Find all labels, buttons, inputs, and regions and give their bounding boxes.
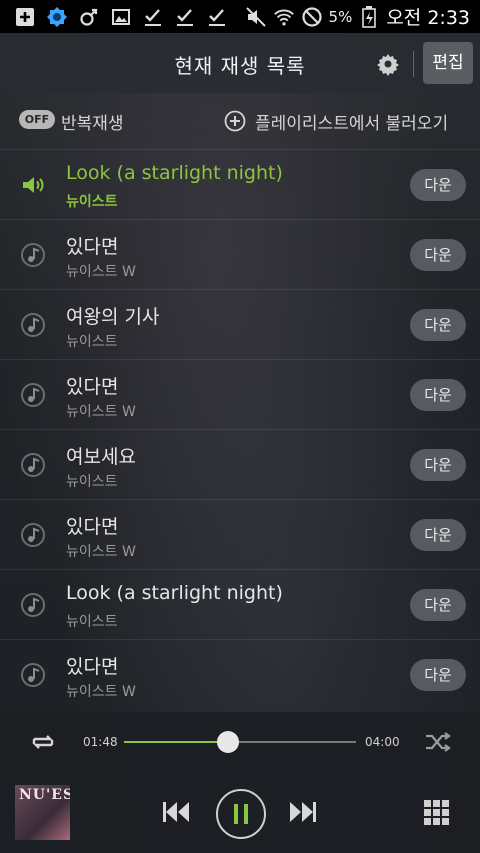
download-button[interactable]: 다운 [410, 449, 466, 481]
song-artist: 뉴이스트 W [66, 684, 136, 700]
page-title: 현재 재생 목록 [174, 54, 306, 78]
list-item[interactable]: 여왕의 기사 뉴이스트 다운 [0, 289, 480, 359]
download-button[interactable]: 다운 [410, 379, 466, 411]
music-note-icon [20, 312, 46, 338]
song-artist: 뉴이스트 [66, 474, 118, 490]
song-artist: 뉴이스트 [66, 194, 118, 210]
song-title: 있다면 [66, 236, 119, 258]
no-signal-icon [301, 6, 323, 28]
song-title: 있다면 [66, 516, 119, 538]
list-item[interactable]: 있다면 뉴이스트 W 다운 [0, 359, 480, 429]
song-title: 있다면 [66, 656, 119, 678]
plus-circle-icon[interactable] [224, 110, 246, 132]
repeat-label[interactable]: 반복재생 [61, 109, 124, 134]
music-note-icon [20, 452, 46, 478]
download-button[interactable]: 다운 [410, 169, 466, 201]
previous-track-icon[interactable] [161, 800, 191, 824]
battery-percent: 5% [328, 7, 353, 26]
image-icon [110, 6, 132, 28]
total-time: 04:00 [365, 735, 400, 749]
header-divider [413, 51, 414, 77]
song-artist: 뉴이스트 [66, 614, 118, 630]
music-note-icon [20, 592, 46, 618]
options-bar: OFF 반복재생 플레이리스트에서 불러오기 [0, 93, 480, 148]
download-button[interactable]: 다운 [410, 309, 466, 341]
music-note-icon [20, 522, 46, 548]
clock: 오전 2:33 [386, 7, 470, 29]
song-title: 여보세요 [66, 446, 136, 468]
pause-button[interactable] [216, 789, 266, 839]
song-title: 있다면 [66, 376, 119, 398]
seek-thumb[interactable] [217, 731, 240, 753]
check-icon [206, 6, 228, 28]
seek-bar-progress [124, 741, 229, 743]
download-button[interactable]: 다운 [410, 519, 466, 551]
shuffle-icon[interactable] [424, 731, 452, 753]
song-artist: 뉴이스트 W [66, 544, 136, 560]
music-note-icon [20, 382, 46, 408]
load-from-playlist-button[interactable]: 플레이리스트에서 불러오기 [255, 109, 448, 134]
song-artist: 뉴이스트 [66, 334, 118, 350]
playlist: Look (a starlight night) 뉴이스트 다운 있다면 뉴이스… [0, 149, 480, 709]
player-controls: 01:48 04:00 NU'EST [0, 712, 480, 853]
battery-icon [358, 5, 380, 28]
status-bar: 5% 오전 2:33 [0, 0, 480, 33]
add-box-icon [14, 6, 36, 28]
song-artist: 뉴이스트 W [66, 404, 136, 420]
mute-icon [245, 6, 267, 28]
edit-button[interactable]: 편집 [423, 42, 473, 84]
album-art[interactable]: NU'EST [15, 785, 70, 840]
list-item[interactable]: 있다면 뉴이스트 W 다운 [0, 499, 480, 569]
album-art-label: NU'EST [19, 787, 70, 803]
seek-bar[interactable] [124, 731, 356, 753]
next-track-icon[interactable] [288, 800, 318, 824]
current-time: 01:48 [83, 735, 118, 749]
header-bar: 현재 재생 목록 편집 [0, 33, 480, 93]
song-title: 여왕의 기사 [66, 306, 160, 328]
speaker-icon [20, 172, 46, 198]
list-item[interactable]: 있다면 뉴이스트 W 다운 [0, 219, 480, 289]
download-button[interactable]: 다운 [410, 239, 466, 271]
list-item[interactable]: Look (a starlight night) 뉴이스트 다운 [0, 149, 480, 219]
check-icon [142, 6, 164, 28]
download-button[interactable]: 다운 [410, 589, 466, 621]
music-note-icon [20, 662, 46, 688]
song-artist: 뉴이스트 W [66, 264, 136, 280]
gear-icon[interactable] [376, 52, 400, 76]
download-button[interactable]: 다운 [410, 659, 466, 691]
wifi-icon [273, 6, 295, 28]
check-icon [174, 6, 196, 28]
brightness-icon [46, 6, 68, 28]
repeat-toggle[interactable]: OFF [19, 110, 55, 129]
list-item[interactable]: Look (a starlight night) 뉴이스트 다운 [0, 569, 480, 639]
song-title: Look (a starlight night) [66, 162, 283, 184]
grid-menu-icon[interactable] [424, 800, 449, 825]
list-item[interactable]: 여보세요 뉴이스트 다운 [0, 429, 480, 499]
song-title: Look (a starlight night) [66, 582, 283, 604]
pause-icon [234, 804, 248, 824]
gender-icon [78, 6, 100, 28]
repeat-icon[interactable] [28, 731, 58, 753]
list-item[interactable]: 있다면 뉴이스트 W 다운 [0, 639, 480, 709]
music-note-icon [20, 242, 46, 268]
